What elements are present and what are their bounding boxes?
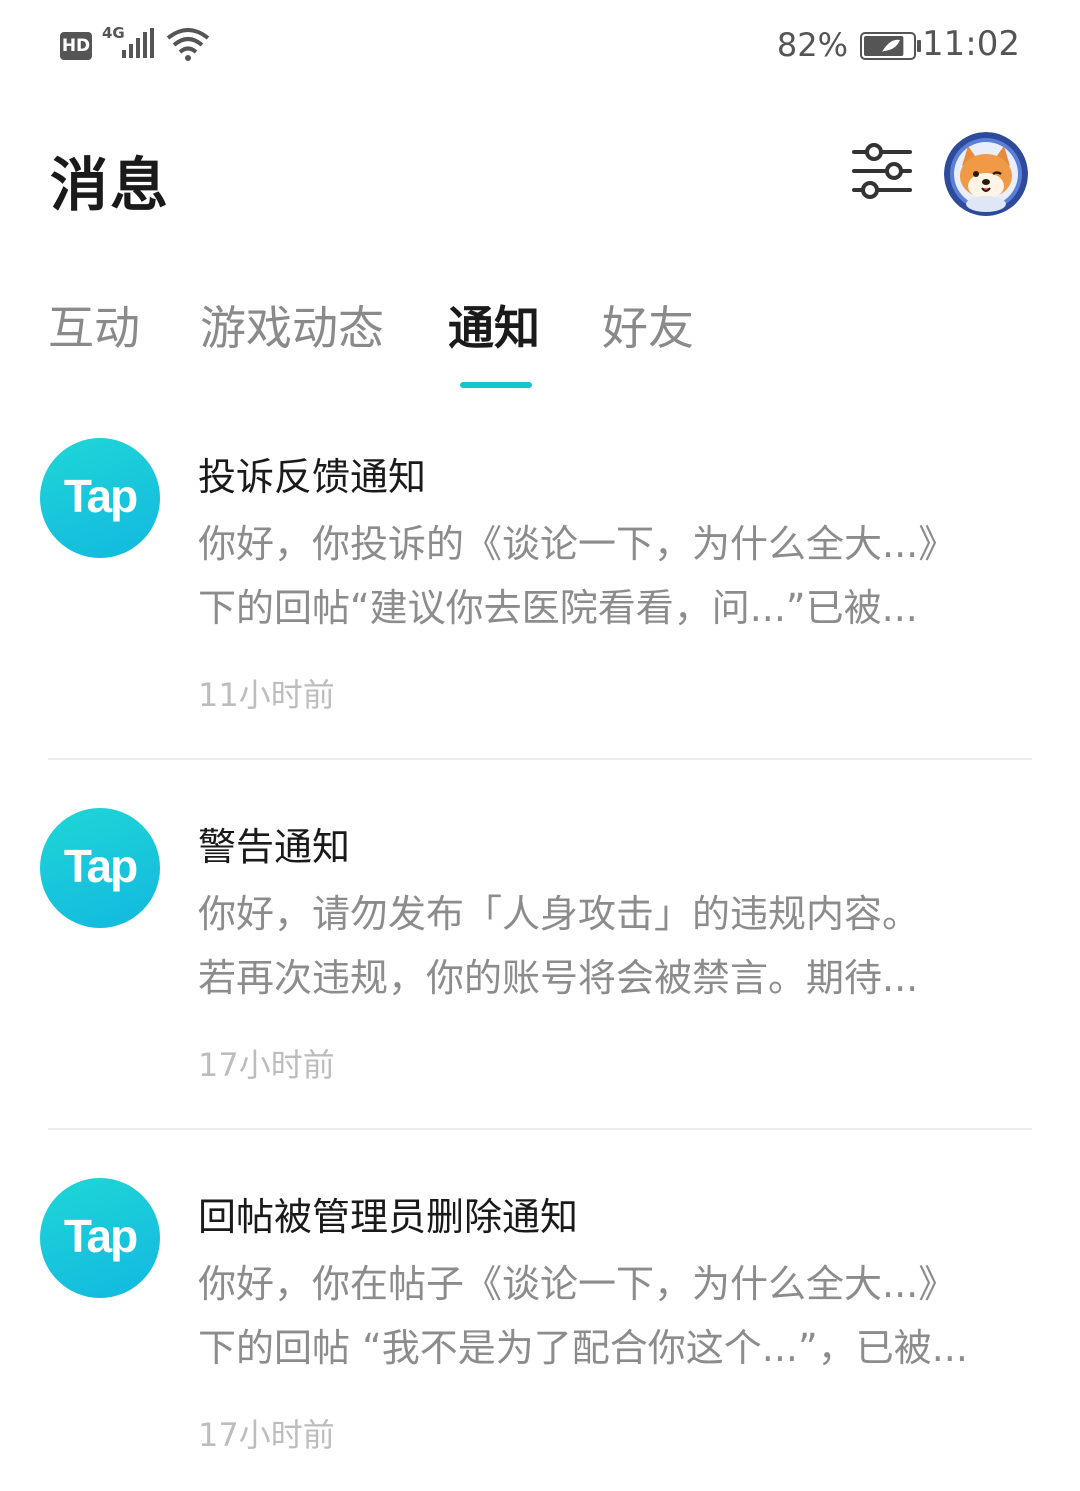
divider bbox=[48, 1128, 1032, 1130]
notification-title: 回帖被管理员删除通知 bbox=[198, 1195, 579, 1239]
wifi-icon bbox=[166, 28, 210, 61]
page-title: 消息 bbox=[50, 151, 171, 219]
notification-body-line: 你好，你在帖子《谈论一下，为什么全大...》 bbox=[198, 1262, 957, 1306]
tap-logo-icon: Tap bbox=[40, 438, 160, 558]
tap-logo-text: Tap bbox=[63, 1210, 138, 1262]
tap-logo-icon: Tap bbox=[40, 808, 160, 928]
notification-time: 17小时前 bbox=[198, 1416, 335, 1454]
notification-body-line: 下的回帖“建议你去医院看看，问...”已被... bbox=[198, 586, 918, 630]
notification-title: 警告通知 bbox=[198, 825, 351, 869]
notification-body-line: 若再次违规，你的账号将会被禁言。期待... bbox=[198, 956, 919, 1000]
notification-time: 11小时前 bbox=[198, 676, 335, 714]
divider bbox=[48, 758, 1032, 760]
notification-time: 17小时前 bbox=[198, 1046, 335, 1084]
notification-body: 你好，请勿发布「人身攻击」的违规内容。 若再次违规，你的账号将会被禁言。期待..… bbox=[198, 882, 1028, 1010]
signal-icon bbox=[122, 28, 154, 58]
notification-item[interactable]: Tap 警告通知 你好，请勿发布「人身攻击」的违规内容。 若再次违规，你的账号将… bbox=[0, 800, 1080, 1170]
battery-icon bbox=[860, 32, 921, 60]
active-tab-indicator bbox=[460, 382, 532, 388]
notification-title: 投诉反馈通知 bbox=[198, 455, 427, 499]
status-bar: HD 4G 82% 11:02 bbox=[0, 0, 1080, 92]
avatar[interactable] bbox=[944, 132, 1028, 216]
tap-logo-text: Tap bbox=[63, 470, 138, 522]
notification-body-line: 下的回帖 “我不是为了配合你这个...”，已被... bbox=[198, 1326, 968, 1370]
notification-body: 你好，你投诉的《谈论一下，为什么全大...》 下的回帖“建议你去医院看看，问..… bbox=[198, 512, 1028, 640]
messages-screen: HD 4G 82% 11:02 消息 互动 游戏动态 通知 好友 Tap 投诉反… bbox=[0, 0, 1080, 1491]
shiba-dog-avatar-icon bbox=[944, 132, 1028, 216]
tap-logo-icon: Tap bbox=[40, 1178, 160, 1298]
notification-item[interactable]: Tap 回帖被管理员删除通知 你好，你在帖子《谈论一下，为什么全大...》 下的… bbox=[0, 1170, 1080, 1491]
notification-list: Tap 投诉反馈通知 你好，你投诉的《谈论一下，为什么全大...》 下的回帖“建… bbox=[0, 430, 1080, 1491]
tab-friends[interactable]: 好友 bbox=[602, 292, 694, 358]
hd-badge: HD bbox=[60, 32, 92, 60]
tab-interaction[interactable]: 互动 bbox=[48, 292, 140, 358]
notification-body-line: 你好，你投诉的《谈论一下，为什么全大...》 bbox=[198, 522, 957, 566]
tab-game-updates[interactable]: 游戏动态 bbox=[200, 292, 384, 358]
notification-body: 你好，你在帖子《谈论一下，为什么全大...》 下的回帖 “我不是为了配合你这个.… bbox=[198, 1252, 1028, 1380]
notification-body-line: 你好，请勿发布「人身攻击」的违规内容。 bbox=[198, 892, 921, 936]
battery-percent: 82% bbox=[776, 26, 848, 64]
sliders-icon[interactable] bbox=[850, 140, 914, 204]
tap-logo-text: Tap bbox=[63, 840, 138, 892]
clock: 11:02 bbox=[922, 24, 1020, 64]
tab-notifications[interactable]: 通知 bbox=[448, 292, 540, 358]
notification-item[interactable]: Tap 投诉反馈通知 你好，你投诉的《谈论一下，为什么全大...》 下的回帖“建… bbox=[0, 430, 1080, 800]
